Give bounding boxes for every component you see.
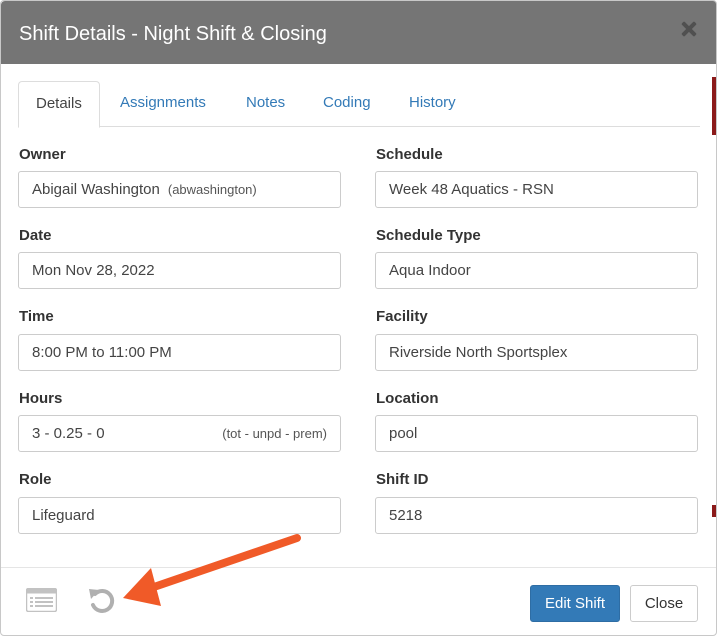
schedule-type-label: Schedule Type: [376, 227, 481, 244]
facility-label: Facility: [376, 308, 428, 325]
owner-label: Owner: [19, 146, 66, 163]
role-field[interactable]: Lifeguard: [18, 497, 341, 534]
shift-id-field[interactable]: 5218: [375, 497, 698, 534]
role-label: Role: [19, 471, 52, 488]
tab-coding[interactable]: Coding: [306, 81, 388, 127]
tab-history[interactable]: History: [392, 81, 473, 127]
location-field[interactable]: pool: [375, 415, 698, 452]
hours-field[interactable]: 3 - 0.25 - 0 (tot - unpd - prem): [18, 415, 341, 452]
schedule-field[interactable]: Week 48 Aquatics - RSN: [375, 171, 698, 208]
schedule-label: Schedule: [376, 146, 443, 163]
tab-details[interactable]: Details: [18, 81, 100, 128]
edit-shift-button[interactable]: Edit Shift: [530, 585, 620, 622]
dialog-title: Shift Details - Night Shift & Closing: [19, 23, 327, 45]
owner-username: (abwashington): [167, 182, 257, 197]
tab-notes[interactable]: Notes: [229, 81, 302, 127]
hours-value: 3 - 0.25 - 0: [32, 425, 105, 442]
dialog-header: Shift Details - Night Shift & Closing: [1, 1, 716, 64]
hours-hint: (tot - unpd - prem): [222, 426, 327, 441]
tab-assignments[interactable]: Assignments: [103, 81, 223, 127]
background-edge-mark: [712, 505, 716, 517]
tab-bar: Details Assignments Notes Coding History: [18, 81, 700, 128]
date-label: Date: [19, 227, 52, 244]
shift-details-dialog: Shift Details - Night Shift & Closing De…: [0, 0, 717, 636]
close-icon[interactable]: [680, 20, 698, 38]
facility-field[interactable]: Riverside North Sportsplex: [375, 334, 698, 371]
schedule-type-field[interactable]: Aqua Indoor: [375, 252, 698, 289]
owner-name: Abigail Washington: [32, 181, 160, 198]
hours-label: Hours: [19, 390, 63, 407]
close-button[interactable]: Close: [630, 585, 698, 622]
date-field[interactable]: Mon Nov 28, 2022: [18, 252, 341, 289]
owner-field[interactable]: Abigail Washington (abwashington): [18, 171, 341, 208]
background-edge-mark: [712, 77, 716, 135]
time-field[interactable]: 8:00 PM to 11:00 PM: [18, 334, 341, 371]
undo-icon[interactable]: [87, 585, 117, 615]
footer-divider: [1, 567, 716, 568]
shift-id-label: Shift ID: [376, 471, 429, 488]
time-label: Time: [19, 308, 54, 325]
list-icon[interactable]: [26, 588, 57, 612]
location-label: Location: [376, 390, 439, 407]
